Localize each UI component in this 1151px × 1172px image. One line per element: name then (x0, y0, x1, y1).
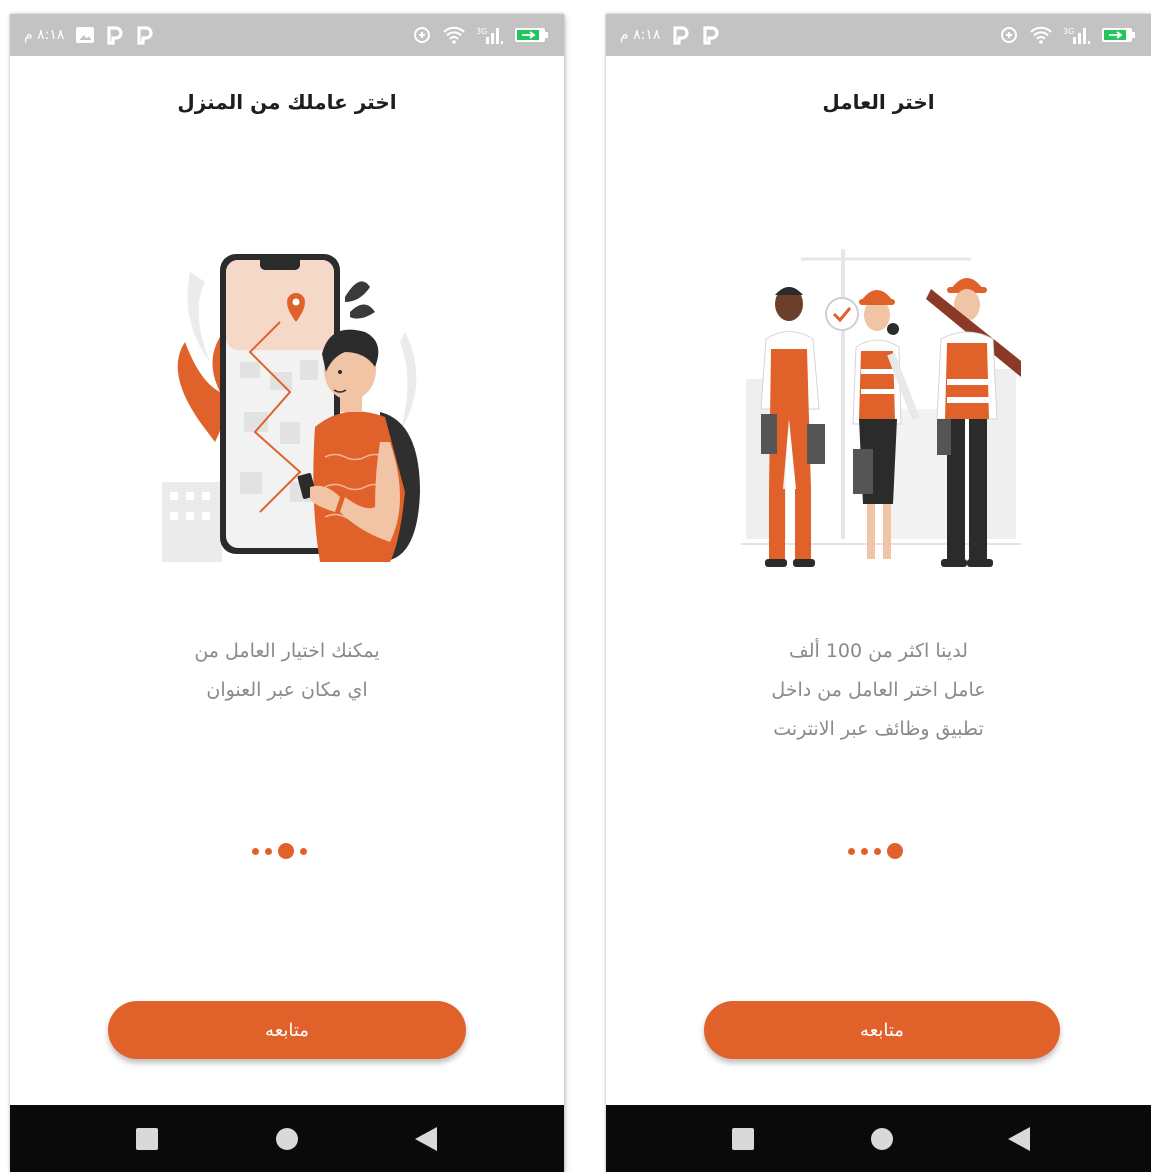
page-dot-active (278, 843, 294, 859)
page-indicator (252, 843, 307, 859)
sync-icon (1001, 27, 1017, 43)
p-icon (107, 26, 123, 45)
description-line: تطبيق وظائف عبر الانترنت (773, 718, 984, 740)
p-icon (137, 26, 153, 45)
onboarding-screen-location: ٨:١٨ م 3G اختر عاملك من المنزل يمكنك اخت… (10, 14, 564, 1172)
battery-icon (515, 28, 548, 42)
status-bar: ٨:١٨ م 3G (606, 14, 1151, 56)
description-line: يمكنك اختيار العامل من (194, 640, 380, 662)
svg-text:3G: 3G (1063, 27, 1074, 36)
status-bar: ٨:١٨ م 3G (10, 14, 564, 56)
description-line: لدينا اكثر من 100 ألف (789, 640, 968, 662)
page-dot (300, 847, 307, 855)
recents-icon[interactable] (136, 1128, 158, 1150)
sync-icon (414, 27, 430, 43)
workers-illustration (741, 249, 1021, 567)
page-dot (265, 847, 272, 855)
continue-button[interactable]: متابعه (704, 1001, 1060, 1059)
p-icon (703, 26, 719, 45)
page-dot (861, 847, 868, 855)
status-time: ٨:١٨ م (620, 27, 661, 43)
wifi-icon (1030, 26, 1052, 44)
svg-text:3G: 3G (476, 27, 487, 36)
battery-icon (1102, 28, 1135, 42)
page-dot (848, 847, 855, 855)
navigation-bar (10, 1105, 564, 1172)
map-phone-illustration (162, 254, 420, 562)
description: لدينا اكثر من 100 ألف عامل اختر العامل م… (606, 632, 1151, 749)
description-line: عامل اختر العامل من داخل (771, 679, 986, 701)
image-icon (76, 27, 95, 43)
page-title: اختر العامل (822, 90, 935, 114)
page-indicator (848, 843, 903, 859)
page-dot (874, 847, 881, 855)
signal-icon: 3G (1063, 27, 1090, 44)
status-time: ٨:١٨ م (24, 27, 65, 43)
recents-icon[interactable] (732, 1128, 754, 1150)
back-icon[interactable] (1008, 1127, 1030, 1151)
home-icon[interactable] (276, 1128, 298, 1150)
description-line: اي مكان عبر العنوان (206, 679, 368, 701)
navigation-bar (606, 1105, 1151, 1172)
page-dot (252, 847, 259, 855)
p-icon (673, 26, 689, 45)
back-icon[interactable] (415, 1127, 437, 1151)
continue-button[interactable]: متابعه (108, 1001, 466, 1059)
wifi-icon (443, 26, 465, 44)
page-dot-active (887, 843, 903, 859)
description: يمكنك اختيار العامل من اي مكان عبر العنو… (10, 632, 564, 710)
onboarding-screen-workers: ٨:١٨ م 3G اختر العامل لدينا اكثر من 100 … (606, 14, 1151, 1172)
signal-icon: 3G (476, 27, 503, 44)
page-title: اختر عاملك من المنزل (177, 90, 397, 114)
home-icon[interactable] (871, 1128, 893, 1150)
